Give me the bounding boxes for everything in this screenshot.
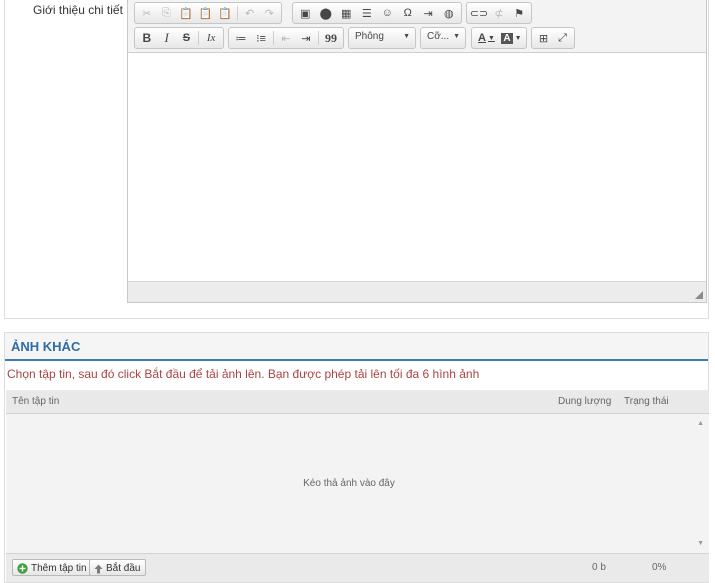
other-images-panel: ẢNH KHÁC Chọn tập tin, sau đó click Bắt … (4, 332, 709, 583)
chevron-down-icon: ▼ (453, 33, 460, 40)
notice-prefix: Chọn tập tin, sau đó click (7, 367, 145, 381)
column-file-name: Tên tập tin (12, 396, 60, 407)
add-file-button[interactable]: Thêm tập tin (12, 559, 93, 576)
show-blocks-icon[interactable]: ⊞ (534, 29, 553, 47)
copy-icon[interactable]: ⎘ (157, 4, 177, 22)
color-group: A ▼ A ▼ (471, 27, 527, 49)
tools-group: ⊞ ⤢ (531, 27, 575, 49)
drop-zone-text: Kéo thả ảnh vào đây (303, 478, 395, 489)
font-size-select[interactable]: Cỡ... ▼ (420, 27, 466, 49)
anchor-flag-icon[interactable]: ⚑ (509, 4, 529, 22)
add-icon (17, 563, 28, 574)
notice-middle: để tải ảnh lên. Bạn được phép tải lên tố… (185, 367, 423, 381)
start-upload-button[interactable]: Bắt đầu (89, 559, 147, 576)
image-icon[interactable]: ▣ (295, 4, 316, 22)
upload-notice: Chọn tập tin, sau đó click Bắt đầu để tả… (7, 367, 479, 381)
insert-group: ▣ ⬤ ▦ ☰ ☺ Ω ⇥ ◍ (292, 2, 462, 24)
iframe-icon[interactable]: ◍ (439, 4, 460, 22)
clipboard-group: ✂ ⎘ 📋 📋 📋 ↶ ↷ (134, 2, 282, 24)
link-icon[interactable]: ⊂⊃ (469, 4, 489, 22)
undo-icon[interactable]: ↶ (240, 4, 260, 22)
italic-button[interactable]: I (157, 29, 177, 47)
blockquote-button[interactable]: 99 (321, 29, 341, 47)
upload-arrow-icon (94, 564, 103, 573)
link-group: ⊂⊃ ⊄ ⚑ (466, 2, 532, 24)
start-upload-label: Bắt đầu (106, 563, 141, 574)
list-group: ≔ ⁝≡ ⇤ ⇥ 99 (228, 27, 344, 49)
resize-handle-icon[interactable] (695, 291, 703, 299)
description-label: Giới thiệu chi tiết (33, 3, 123, 17)
text-color-button[interactable]: A ▼ (474, 29, 499, 47)
paste-text-icon[interactable]: 📋 (196, 4, 216, 22)
smiley-icon[interactable]: ☺ (377, 4, 398, 22)
cut-icon[interactable]: ✂ (137, 4, 157, 22)
chevron-down-icon: ▼ (403, 33, 410, 40)
horizontal-rule-icon[interactable]: ☰ (357, 4, 378, 22)
total-percent: 0% (652, 562, 667, 573)
outdent-icon[interactable]: ⇤ (276, 29, 296, 47)
editor-footer (128, 281, 706, 302)
column-status: Trạng thái (624, 396, 669, 407)
editor-toolbar: ✂ ⎘ 📋 📋 📋 ↶ ↷ ▣ ⬤ ▦ ☰ ☺ Ω ⇥ ◍ ⊂⊃ ⊄ ⚑ B I… (128, 0, 706, 53)
font-size-value: Cỡ... (427, 31, 450, 42)
remove-format-button[interactable]: Ix (201, 29, 221, 47)
paste-icon[interactable]: 📋 (176, 4, 196, 22)
total-size: 0 b (592, 562, 606, 573)
panel-title: ẢNH KHÁC (11, 339, 81, 354)
text-color-glyph: A (478, 32, 486, 44)
table-icon[interactable]: ▦ (336, 4, 357, 22)
strikethrough-button[interactable]: S (177, 29, 197, 47)
editor-content-area[interactable] (128, 54, 706, 282)
unlink-icon[interactable]: ⊄ (489, 4, 509, 22)
drop-zone[interactable]: Kéo thả ảnh vào đây ▲ ▼ (6, 414, 709, 553)
redo-icon[interactable]: ↷ (259, 4, 279, 22)
bulleted-list-icon[interactable]: ⁝≡ (251, 29, 271, 47)
indent-icon[interactable]: ⇥ (296, 29, 316, 47)
numbered-list-icon[interactable]: ≔ (231, 29, 251, 47)
background-color-glyph: A (501, 32, 513, 44)
flash-icon[interactable]: ⬤ (316, 4, 337, 22)
notice-action: Bắt đầu (144, 367, 186, 381)
column-file-size: Dung lượng (558, 396, 612, 407)
scroll-down-icon[interactable]: ▼ (697, 540, 704, 547)
font-family-select[interactable]: Phông ▼ (348, 27, 416, 49)
panel-header: ẢNH KHÁC (5, 333, 708, 361)
notice-suffix: hình ảnh (429, 367, 480, 381)
page-break-icon[interactable]: ⇥ (418, 4, 439, 22)
format-group: B I S Ix (134, 27, 224, 49)
rich-text-editor: ✂ ⎘ 📋 📋 📋 ↶ ↷ ▣ ⬤ ▦ ☰ ☺ Ω ⇥ ◍ ⊂⊃ ⊄ ⚑ B I… (127, 0, 707, 303)
add-file-label: Thêm tập tin (31, 563, 87, 574)
file-list-header: Tên tập tin Dung lượng Trạng thái (6, 390, 709, 414)
file-list-footer: Thêm tập tin Bắt đầu 0 b 0% (6, 553, 709, 582)
bold-button[interactable]: B (137, 29, 157, 47)
paste-word-icon[interactable]: 📋 (215, 4, 235, 22)
font-family-value: Phông (355, 31, 384, 42)
maximize-icon[interactable]: ⤢ (553, 29, 572, 47)
scroll-up-icon[interactable]: ▲ (697, 420, 704, 427)
special-char-icon[interactable]: Ω (398, 4, 419, 22)
description-panel: Giới thiệu chi tiết ✂ ⎘ 📋 📋 📋 ↶ ↷ ▣ ⬤ ▦ … (4, 0, 709, 319)
background-color-button[interactable]: A ▼ (499, 29, 524, 47)
